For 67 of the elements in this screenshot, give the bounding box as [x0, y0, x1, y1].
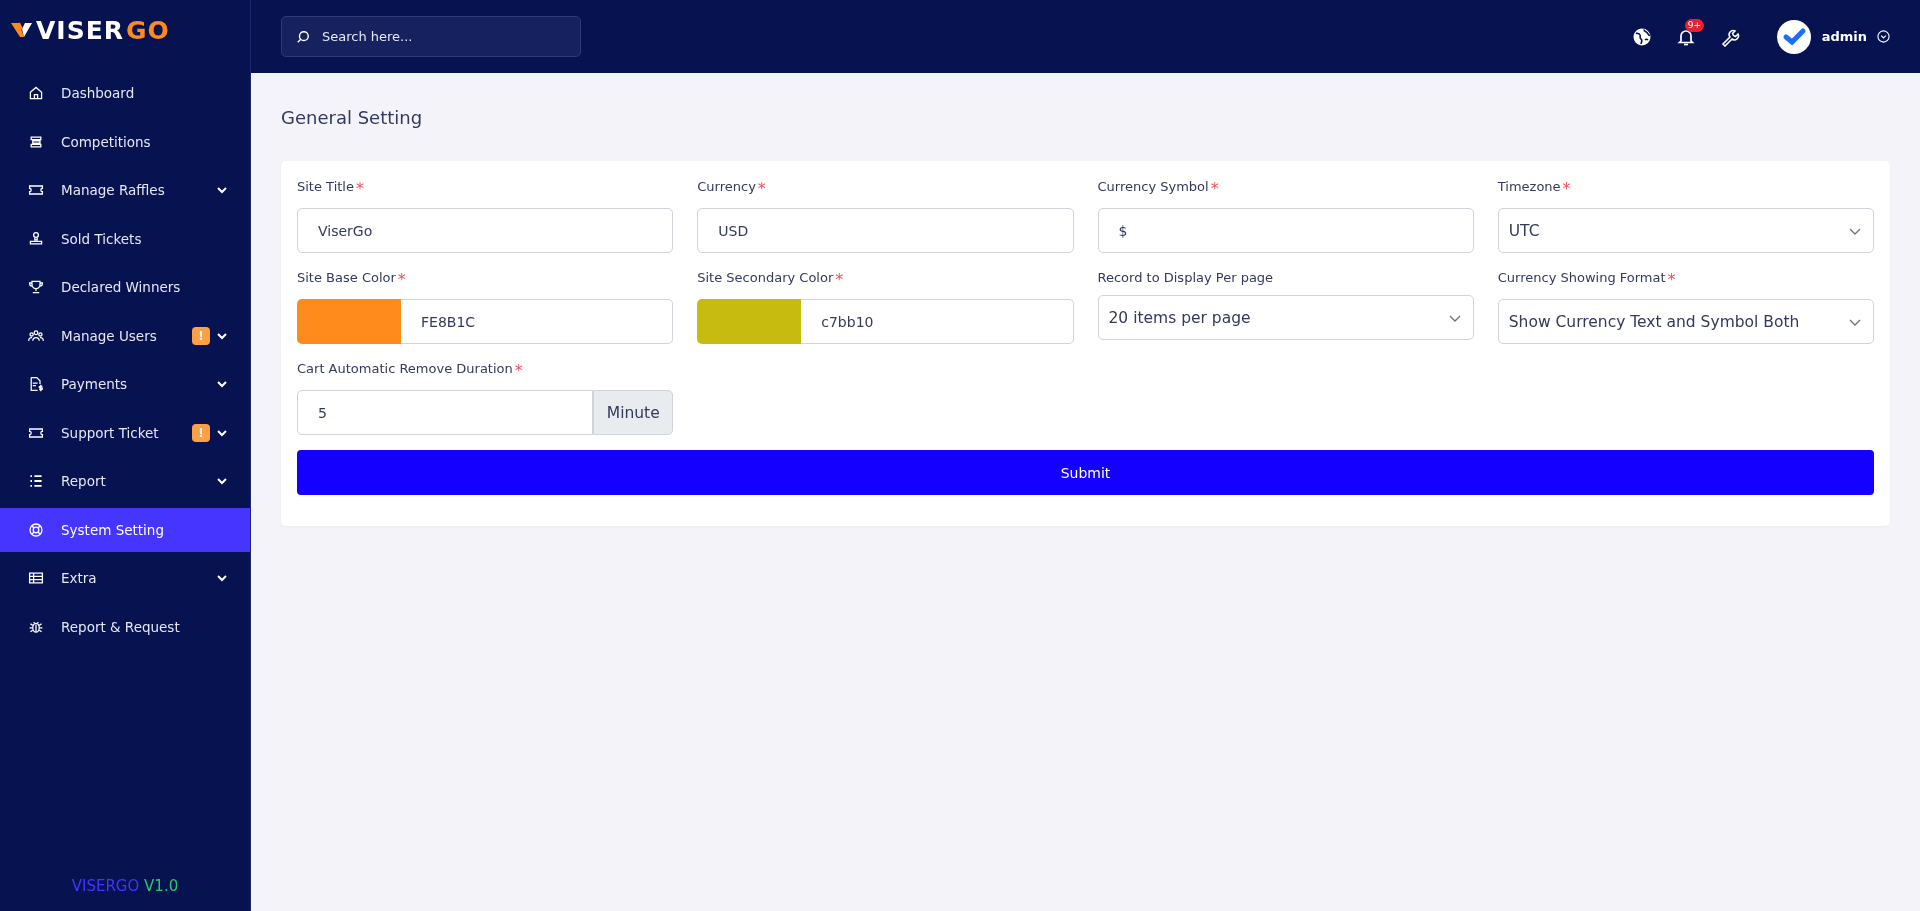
notification-badge: 9+ [1684, 18, 1704, 32]
sidebar-item[interactable]: Manage Raffles [0, 168, 250, 212]
search-field[interactable]: Search here... [281, 16, 581, 57]
sidebar-item[interactable]: Manage Users ! [0, 313, 250, 358]
required-mark: * [1562, 179, 1571, 198]
field-label: Timezone [1497, 179, 1561, 194]
input-field[interactable]: c7bb10 [801, 299, 1074, 344]
trophy-icon [28, 279, 44, 295]
version-label: VISERGO V1.0 [71, 877, 179, 895]
chevron-down-icon [216, 184, 228, 196]
users-icon [28, 327, 44, 344]
ticket-icon [28, 182, 44, 198]
chevron-down-icon [216, 572, 228, 584]
page-title: General Setting [281, 107, 424, 128]
required-mark: * [355, 179, 364, 198]
required-mark: * [1667, 270, 1676, 289]
required-mark: * [397, 270, 406, 289]
field-label: Record to Display Per page [1097, 270, 1275, 285]
avatar-icon [1775, 18, 1812, 55]
sidebar-item[interactable]: Report & Request [0, 604, 250, 649]
required-mark: * [835, 270, 844, 289]
chevron-down-icon [216, 378, 228, 390]
list-icon [28, 473, 44, 489]
field-label: Currency Showing Format [1497, 270, 1666, 285]
required-mark: * [514, 361, 523, 380]
select-field[interactable]: 20 items per page [1097, 295, 1474, 340]
sidebar-item[interactable]: Report [0, 459, 250, 503]
sidebar-item[interactable]: Declared Winners [0, 265, 250, 309]
globe-icon[interactable] [1631, 26, 1652, 47]
field-label: Cart Automatic Remove Duration [297, 361, 513, 376]
select-field[interactable]: Show Currency Text and Symbol Both [1497, 299, 1874, 344]
table-icon [28, 570, 44, 586]
chevron-down-icon [216, 475, 228, 487]
sidebar-item[interactable]: Payments [0, 362, 250, 406]
sidebar-item[interactable]: Sold Tickets [0, 216, 250, 261]
color-swatch[interactable] [297, 299, 401, 344]
field-label: Currency [697, 179, 756, 194]
field-label: Site Secondary Color [697, 270, 834, 285]
unit-label: Minute [593, 390, 674, 435]
logo[interactable]: VISERGO [10, 16, 170, 45]
alert-badge: ! [192, 423, 210, 442]
required-mark: * [1210, 179, 1219, 198]
select-field[interactable]: UTC [1497, 208, 1874, 253]
field-label: Currency Symbol [1097, 179, 1209, 194]
sidebar-item[interactable]: Dashboard [0, 71, 250, 115]
input-field[interactable]: ViserGo [297, 208, 674, 253]
field-label: Site Base Color [297, 270, 396, 285]
color-swatch[interactable] [697, 299, 802, 344]
input-field[interactable]: $ [1097, 208, 1474, 253]
document-dollar-icon [28, 376, 44, 392]
sidebar-item[interactable]: System Setting [0, 507, 250, 552]
submit-button[interactable]: Submit [297, 450, 1874, 495]
input-field[interactable]: 5 [297, 390, 594, 435]
alert-badge: ! [192, 326, 210, 345]
chevron-circle-icon [1877, 30, 1890, 43]
required-mark: * [757, 179, 766, 198]
user-menu[interactable]: admin [1775, 18, 1890, 55]
search-icon [296, 30, 310, 44]
field-label: Site Title [297, 179, 354, 194]
sidebar-item[interactable]: Extra [0, 556, 250, 600]
input-field[interactable]: USD [697, 208, 1074, 253]
lifebuoy-icon [28, 521, 44, 538]
house-icon [28, 85, 44, 101]
sidebar-item[interactable]: Support Ticket ! [0, 410, 250, 455]
stamp-icon [28, 230, 44, 247]
sidebar-item[interactable]: Competitions [0, 119, 250, 164]
input-field[interactable]: FE8B1C [401, 299, 674, 344]
